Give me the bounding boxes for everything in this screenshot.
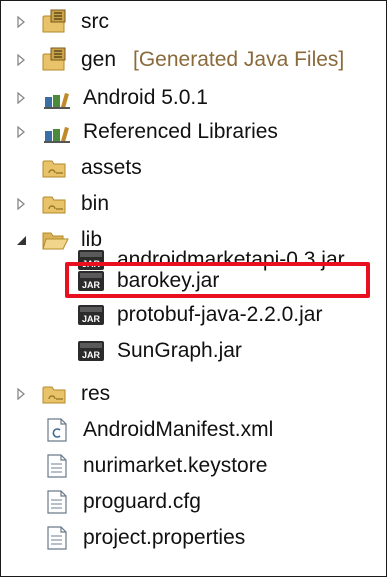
expand-arrow-icon[interactable]	[15, 125, 27, 139]
package-explorer-tree: src gen [Generated Java Files] Android 5…	[0, 0, 387, 577]
tree-item-label: gen	[81, 48, 117, 71]
svg-text:JAR: JAR	[82, 350, 101, 360]
highlight-box	[65, 262, 370, 298]
folder-icon	[41, 381, 69, 407]
tree-item-label: Android 5.0.1	[83, 86, 208, 109]
tree-item-label: assets	[81, 156, 142, 179]
tree-item-label: proguard.cfg	[83, 490, 201, 513]
expand-arrow-icon[interactable]	[15, 387, 27, 401]
tree-item-referenced-libraries[interactable]: Referenced Libraries	[1, 115, 386, 149]
tree-item-label: project.properties	[83, 526, 246, 549]
tree-item-jar[interactable]: JAR SunGraph.jar	[1, 334, 386, 368]
expand-arrow-icon[interactable]	[15, 197, 27, 211]
tree-item-label: res	[81, 382, 111, 405]
folder-icon	[41, 155, 69, 181]
tree-item-file[interactable]: proguard.cfg	[1, 485, 386, 519]
expand-arrow-icon[interactable]	[15, 15, 27, 29]
tree-item-file[interactable]: project.properties	[1, 521, 386, 555]
file-icon	[43, 453, 71, 479]
tree-item-bin[interactable]: bin	[1, 187, 386, 221]
tree-item-gen[interactable]: gen [Generated Java Files]	[1, 43, 386, 77]
tree-item-label: SunGraph.jar	[117, 339, 242, 362]
tree-item-assets[interactable]: assets	[1, 151, 386, 185]
file-icon	[43, 525, 71, 551]
tree-item-file[interactable]: nurimarket.keystore	[1, 449, 386, 483]
folder-icon	[41, 191, 69, 217]
tree-item-src[interactable]: src	[1, 5, 386, 39]
xml-file-icon	[43, 417, 71, 443]
tree-item-label: protobuf-java-2.2.0.jar	[117, 303, 323, 326]
tree-item-decoration: [Generated Java Files]	[133, 48, 345, 71]
file-icon	[43, 489, 71, 515]
tree-item-jar[interactable]: JAR protobuf-java-2.2.0.jar	[1, 298, 386, 332]
tree-item-file[interactable]: AndroidManifest.xml	[1, 413, 386, 447]
library-icon	[43, 85, 71, 111]
jar-icon: JAR	[77, 338, 105, 364]
jar-icon: JAR	[77, 302, 105, 328]
tree-item-label: src	[81, 10, 109, 33]
svg-text:JAR: JAR	[82, 314, 101, 324]
tree-item-label: Referenced Libraries	[83, 120, 278, 143]
tree-item-label: bin	[81, 192, 110, 215]
tree-item-label: AndroidManifest.xml	[83, 418, 274, 441]
expand-arrow-icon[interactable]	[15, 91, 27, 105]
tree-item-res[interactable]: res	[1, 377, 386, 411]
library-icon	[43, 119, 71, 145]
tree-item-android-library[interactable]: Android 5.0.1	[1, 81, 386, 115]
tree-item-label: nurimarket.keystore	[83, 454, 268, 477]
java-source-package-icon	[41, 9, 69, 35]
expand-arrow-icon[interactable]	[15, 53, 27, 67]
java-source-package-icon	[41, 47, 69, 73]
